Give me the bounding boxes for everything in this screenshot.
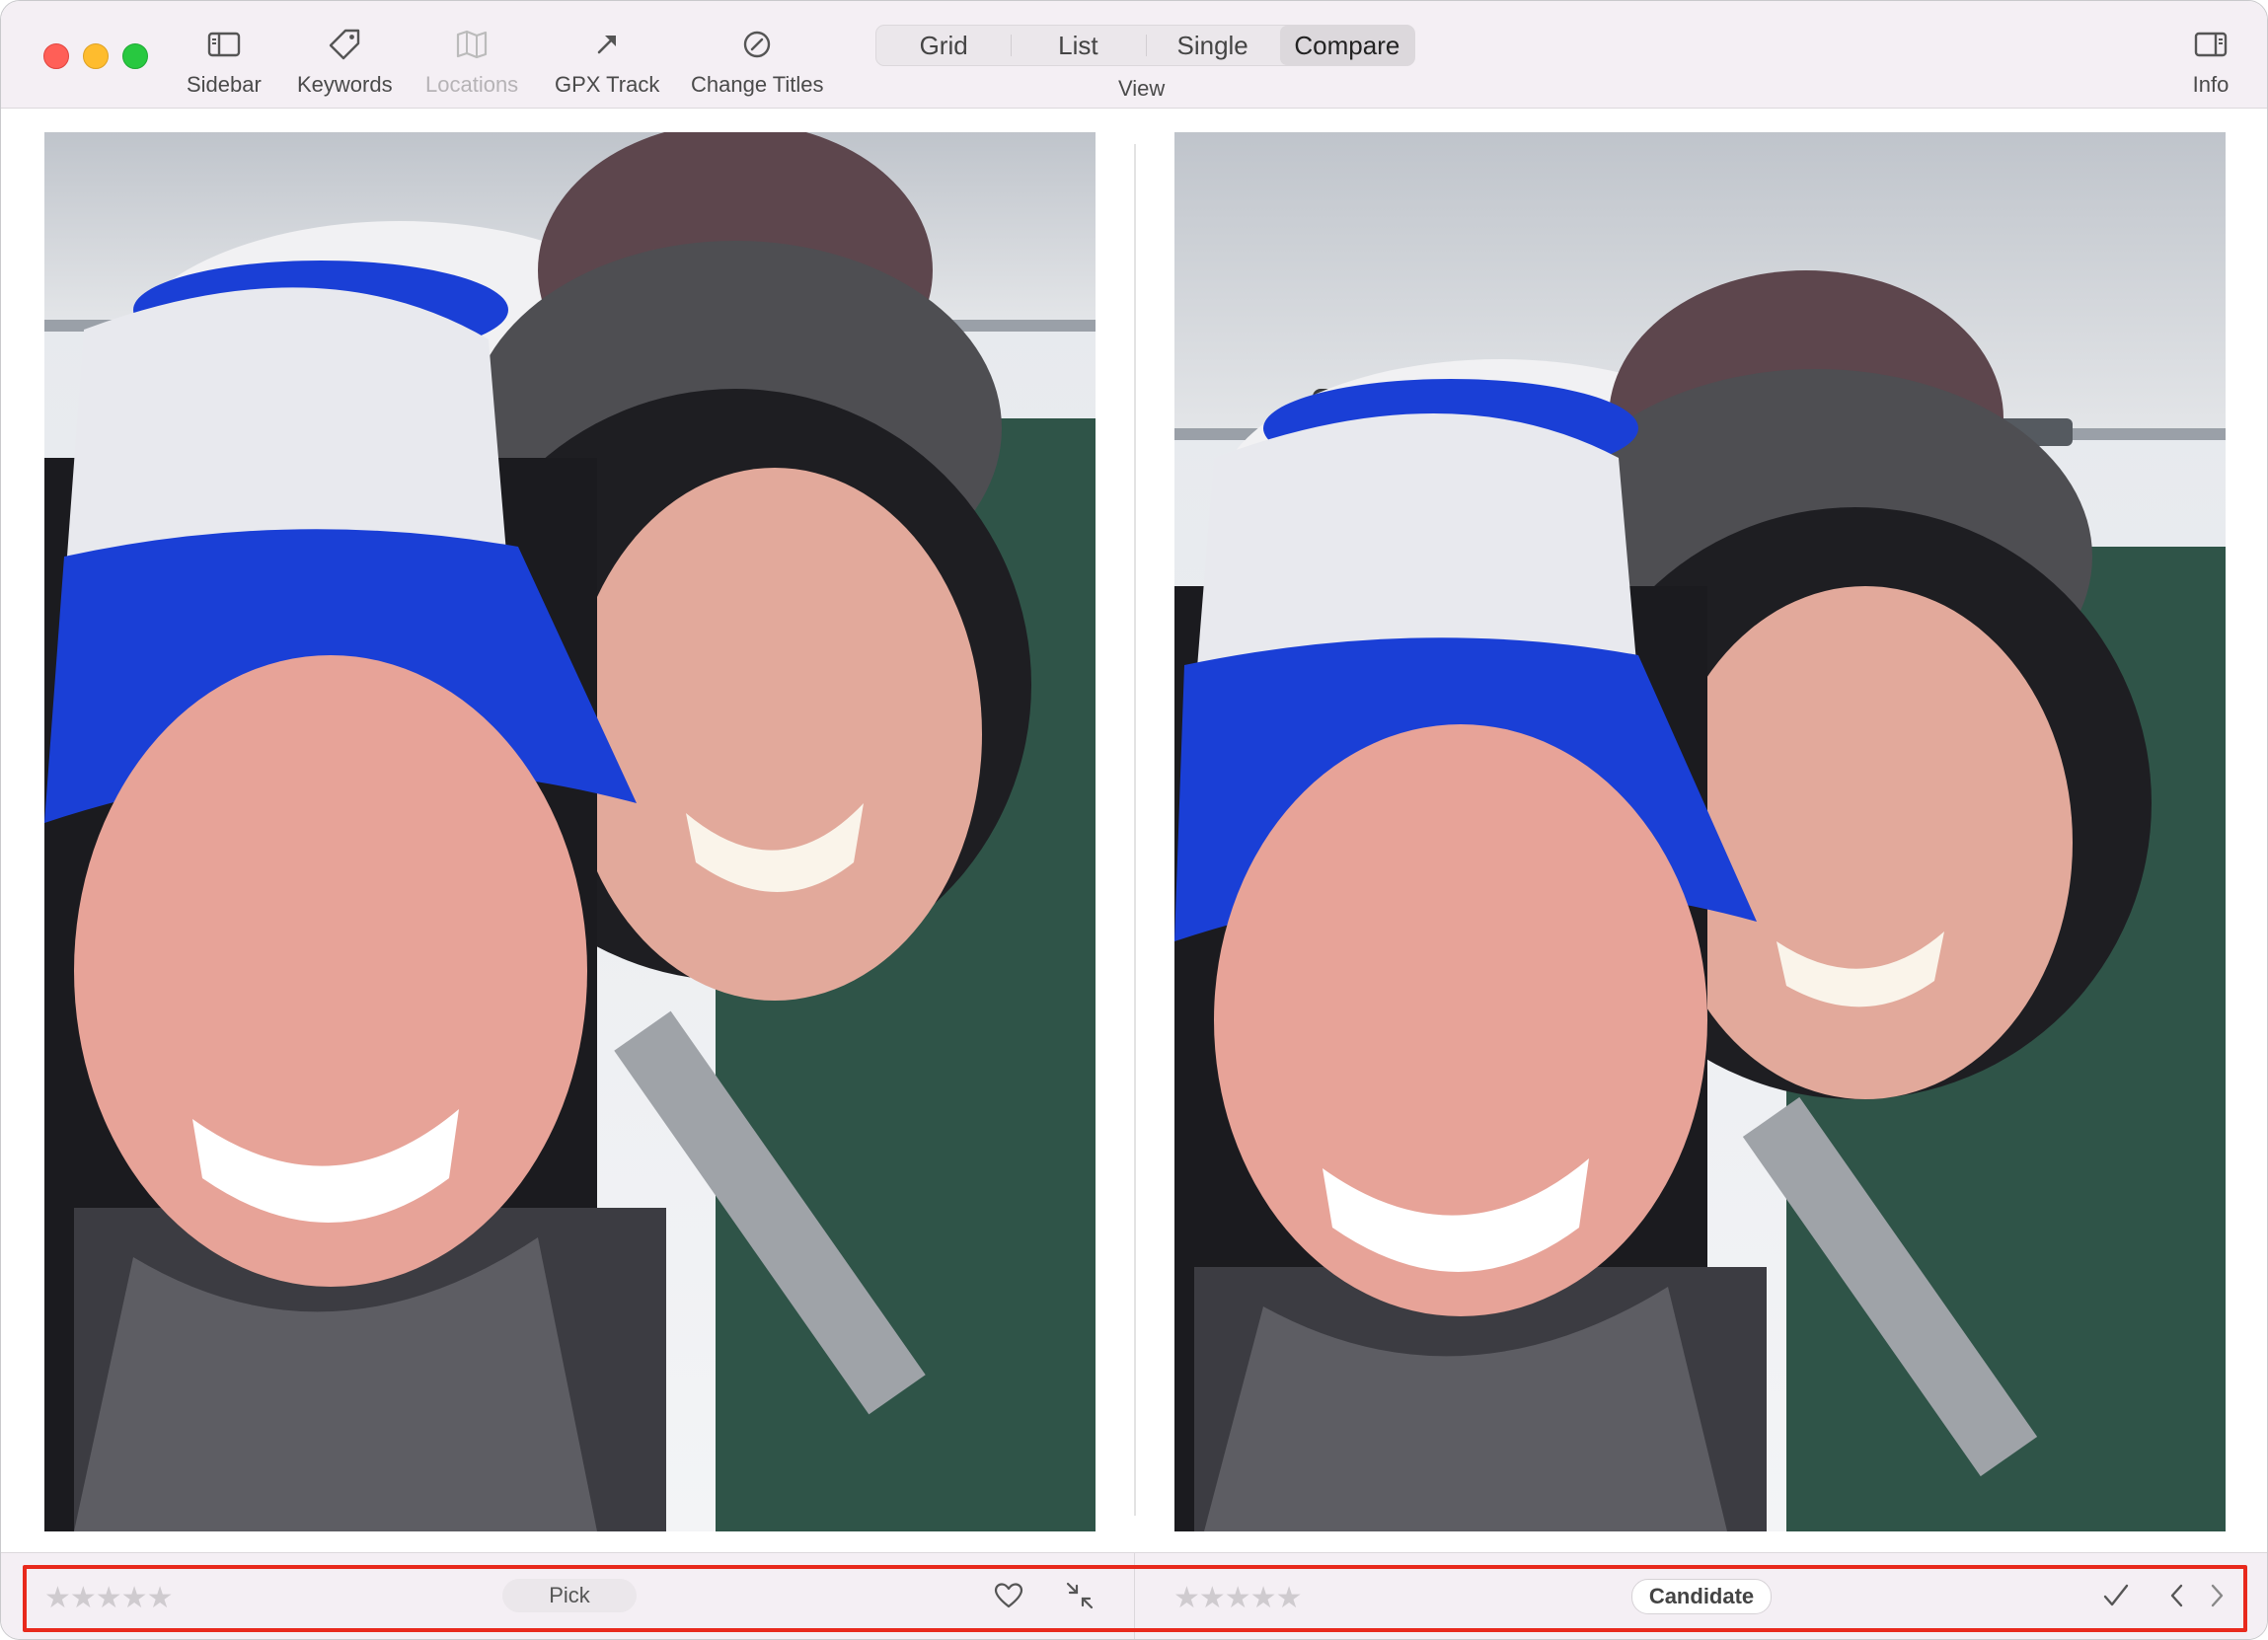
window-minimize-button[interactable] xyxy=(83,43,109,69)
info-panel-icon xyxy=(2191,25,2230,64)
view-label: View xyxy=(1118,76,1166,101)
keywords-button[interactable]: Keywords xyxy=(297,25,393,98)
view-list-button[interactable]: List xyxy=(1011,26,1145,65)
app-window: Sidebar Keywords Locations GPX Track Cha xyxy=(0,0,2268,1640)
view-compare-button[interactable]: Compare xyxy=(1279,26,1414,65)
arrow-icon xyxy=(587,25,627,64)
selection-highlight xyxy=(23,1565,2247,1632)
info-button-label: Info xyxy=(2192,72,2230,97)
circle-slash-icon xyxy=(737,25,777,64)
bottom-bar: ★★★★★ Pick ★★★★★ Candidate xyxy=(1,1552,2267,1639)
change-titles-button[interactable]: Change Titles xyxy=(691,25,824,98)
gpx-track-button-label: GPX Track xyxy=(555,72,660,97)
keywords-button-label: Keywords xyxy=(297,72,393,97)
sidebar-icon xyxy=(204,25,244,64)
locations-button[interactable]: Locations xyxy=(425,25,518,98)
locations-button-label: Locations xyxy=(425,72,519,97)
view-grid-button[interactable]: Grid xyxy=(876,26,1011,65)
gpx-track-button[interactable]: GPX Track xyxy=(555,25,659,98)
tag-icon xyxy=(325,25,364,64)
sidebar-button[interactable]: Sidebar xyxy=(187,25,262,98)
toolbar: Sidebar Keywords Locations GPX Track Cha xyxy=(1,1,2267,109)
window-zoom-button[interactable] xyxy=(122,43,148,69)
sidebar-button-label: Sidebar xyxy=(187,72,262,97)
compare-view xyxy=(1,109,2267,1551)
view-segmented-control: Grid List Single Compare xyxy=(875,25,1415,66)
change-titles-button-label: Change Titles xyxy=(691,72,824,97)
info-button[interactable]: Info xyxy=(2191,25,2230,98)
photo-right[interactable] xyxy=(1174,132,2226,1531)
map-icon xyxy=(452,25,491,64)
photo-left[interactable] xyxy=(44,132,1096,1531)
window-close-button[interactable] xyxy=(43,43,69,69)
compare-divider xyxy=(1134,144,1136,1516)
view-single-button[interactable]: Single xyxy=(1145,26,1280,65)
